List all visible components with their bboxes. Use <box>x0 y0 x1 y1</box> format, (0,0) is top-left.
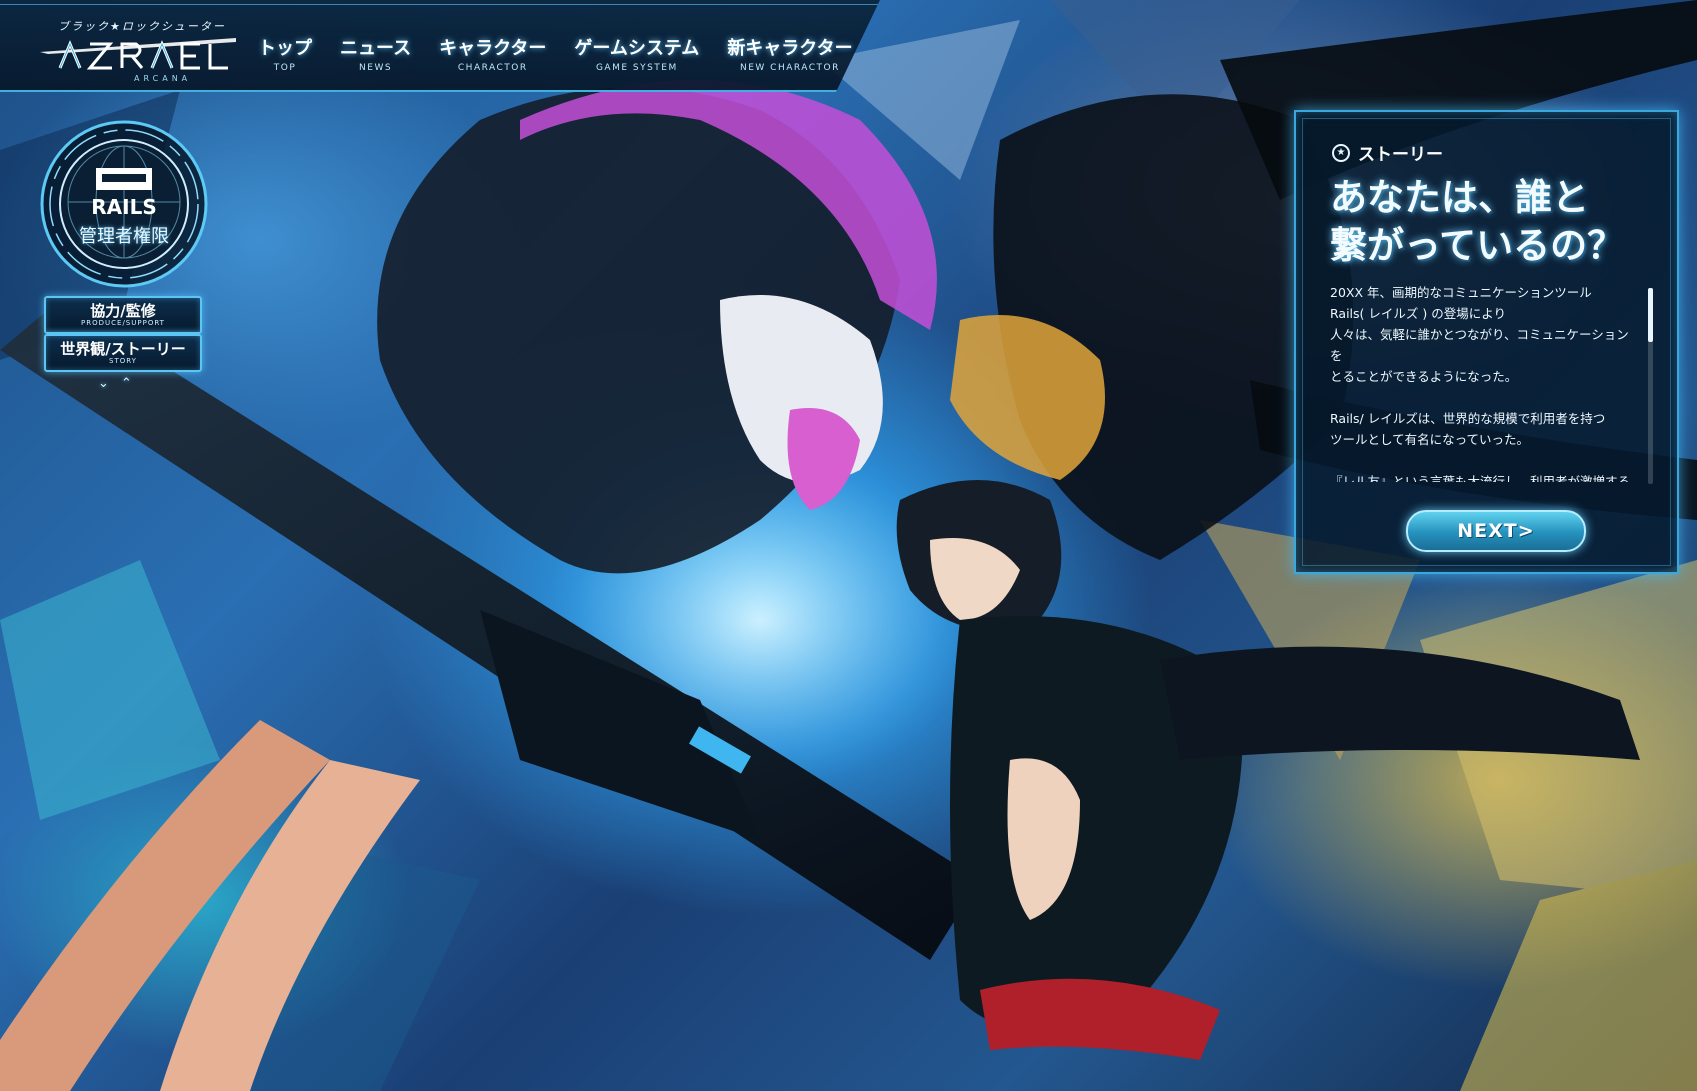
story-paragraph: 『レル友』という言葉も大流行し、利用者が激増する中 Rails 使用中にフラット… <box>1330 474 1631 482</box>
story-paragraph: 20XX 年、画期的なコミュニケーションツール Rails( レイルズ ) の登… <box>1330 285 1629 384</box>
main-nav: トップ TOP ニュース NEWS キャラクター CHARACTOR ゲームシス… <box>258 34 853 73</box>
next-button[interactable]: NEXT> <box>1406 510 1586 552</box>
site-logo[interactable]: ブラック★ロックシューター ARCANA <box>38 18 238 84</box>
logo-subtitle: ARCANA <box>134 74 192 83</box>
story-paragraph: Rails/ レイルズは、世界的な規模で利用者を持つ ツールとして有名になってい… <box>1330 411 1606 447</box>
side-button-sublabel: PRODUCE/SUPPORT <box>81 318 165 327</box>
nav-item-label: キャラクター <box>439 38 547 59</box>
story-header: ★ ストーリー <box>1332 140 1443 165</box>
story-scrollbar-thumb[interactable] <box>1648 288 1653 342</box>
nav-item-top[interactable]: トップ TOP <box>258 34 312 73</box>
story-panel: ★ ストーリー あなたは、誰と 繋がっているの？ 20XX 年、画期的なコミュニ… <box>1294 110 1679 574</box>
star-icon: ★ <box>1332 143 1350 162</box>
top-navigation-bar: ブラック★ロックシューター ARCANA トップ TOP ニュース NEWS キ… <box>0 0 880 92</box>
menu-scroll-arrows: ⌄ ⌃ <box>98 376 132 391</box>
nav-item-sublabel: NEWS <box>359 63 393 73</box>
nav-item-sublabel: GAME SYSTEM <box>595 63 678 73</box>
rails-admin-emblem[interactable]: RAILS 管理者権限 <box>38 118 210 290</box>
side-button-sublabel: STORY <box>109 356 137 365</box>
nav-item-sublabel: TOP <box>273 63 297 73</box>
page: ブラック★ロックシューター ARCANA トップ TOP ニュース NEWS キ… <box>0 0 1697 1091</box>
nav-item-label: ニュース <box>340 38 412 59</box>
nav-item-sublabel: NEW CHARACTOR <box>740 63 840 73</box>
nav-item-new-character[interactable]: 新キャラクター NEW CHARACTOR <box>727 34 852 73</box>
nav-item-news[interactable]: ニュース NEWS <box>340 34 411 73</box>
nav-item-label: ゲームシステム <box>574 38 700 59</box>
story-scrollbar[interactable] <box>1648 288 1653 484</box>
chevron-up-icon[interactable]: ⌃ <box>121 376 132 391</box>
emblem-mark-text: RAILS <box>91 195 156 219</box>
emblem-label: 管理者権限 <box>79 226 169 247</box>
chevron-down-icon[interactable]: ⌄ <box>98 376 109 391</box>
logo-wordmark-icon <box>40 38 236 70</box>
nav-item-character[interactable]: キャラクター CHARACTOR <box>439 34 546 73</box>
produce-support-button[interactable]: 協力/監修 PRODUCE/SUPPORT <box>44 296 202 334</box>
story-header-label: ストーリー <box>1358 145 1443 165</box>
story-button[interactable]: 世界観/ストーリー STORY <box>44 334 202 372</box>
side-button-label: 協力/監修 <box>90 301 156 320</box>
nav-item-sublabel: CHARACTOR <box>457 63 528 73</box>
story-text-scroll-area[interactable]: 20XX 年、画期的なコミュニケーションツール Rails( レイルズ ) の登… <box>1330 282 1640 482</box>
nav-item-label: トップ <box>258 38 312 59</box>
side-button-label: 世界観/ストーリー <box>60 339 186 358</box>
nav-item-game-system[interactable]: ゲームシステム GAME SYSTEM <box>574 34 699 73</box>
story-title: あなたは、誰と 繋がっているの？ <box>1330 176 1625 267</box>
nav-item-label: 新キャラクター <box>727 38 853 59</box>
rails-emblem-icon: RAILS <box>40 120 208 288</box>
